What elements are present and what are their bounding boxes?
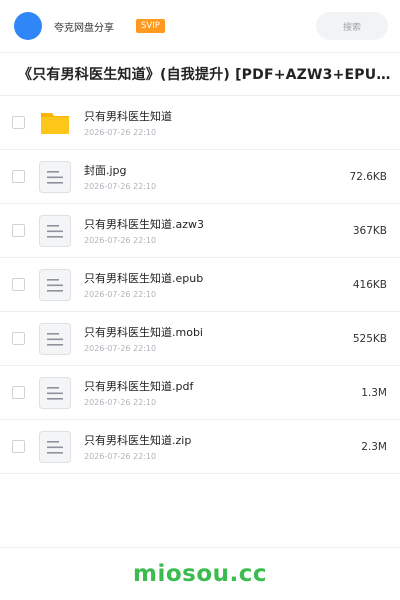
file-name[interactable]: 只有男科医生知道.epub: [84, 270, 345, 286]
file-icon: [38, 160, 72, 194]
file-name[interactable]: 只有男科医生知道.zip: [84, 432, 353, 448]
file-name[interactable]: 只有男科医生知道: [84, 108, 379, 124]
header: 夸克网盘分享 SVIP 搜索: [0, 0, 400, 52]
brand-watermark: miosou.cc: [132, 561, 268, 587]
file-date: 2026-07-26 22:10: [84, 344, 157, 353]
file-icon: [38, 430, 72, 464]
file-name[interactable]: 只有男科医生知道.azw3: [84, 216, 345, 232]
file-meta: 只有男科医生知道.epub 2026-07-26 22:10: [84, 270, 345, 299]
file-size: 416KB: [352, 278, 387, 291]
file-meta: 只有男科医生知道 2026-07-26 22:10: [84, 108, 379, 137]
file-checkbox[interactable]: [12, 116, 25, 129]
file-row[interactable]: 只有男科医生知道.mobi 2026-07-26 22:10 525KB: [0, 312, 400, 366]
svip-badge: SVIP: [136, 19, 165, 33]
file-date: 2026-07-26 22:10: [84, 236, 157, 245]
file-row[interactable]: 只有男科医生知道.epub 2026-07-26 22:10 416KB: [0, 258, 400, 312]
file-icon: [38, 214, 72, 248]
file-meta: 只有男科医生知道.azw3 2026-07-26 22:10: [84, 216, 345, 245]
file-row[interactable]: 只有男科医生知道.pdf 2026-07-26 22:10 1.3M: [0, 366, 400, 420]
file-date: 2026-07-26 22:10: [84, 398, 157, 407]
file-date: 2026-07-26 22:10: [84, 290, 157, 299]
search-input[interactable]: 搜索: [316, 12, 388, 40]
file-size: 72.6KB: [349, 170, 387, 183]
file-date: 2026-07-26 22:10: [84, 182, 157, 191]
file-meta: 只有男科医生知道.pdf 2026-07-26 22:10: [84, 378, 353, 407]
file-name[interactable]: 只有男科医生知道.pdf: [84, 378, 353, 394]
file-size: 367KB: [352, 224, 387, 237]
file-meta: 只有男科医生知道.mobi 2026-07-26 22:10: [84, 324, 345, 353]
file-checkbox[interactable]: [12, 224, 25, 237]
file-name[interactable]: 只有男科医生知道.mobi: [84, 324, 345, 340]
folder-icon: [38, 106, 72, 140]
file-date: 2026-07-26 22:10: [84, 128, 157, 137]
file-row[interactable]: 只有男科医生知道.azw3 2026-07-26 22:10 367KB: [0, 204, 400, 258]
file-name[interactable]: 封面.jpg: [84, 162, 342, 178]
file-icon: [38, 376, 72, 410]
file-size: 1.3M: [361, 386, 387, 399]
share-title: 《只有男科医生知道》(自我提升) [PDF+AZW3+EPUB+MOBI]: [0, 53, 400, 95]
file-date: 2026-07-26 22:10: [84, 452, 157, 461]
file-row[interactable]: 封面.jpg 2026-07-26 22:10 72.6KB: [0, 150, 400, 204]
file-size: 525KB: [352, 332, 387, 345]
file-row[interactable]: 只有男科医生知道 2026-07-26 22:10: [0, 96, 400, 150]
user-name[interactable]: 夸克网盘分享: [54, 19, 114, 34]
file-checkbox[interactable]: [12, 170, 25, 183]
file-icon: [38, 268, 72, 302]
file-checkbox[interactable]: [12, 332, 25, 345]
file-checkbox[interactable]: [12, 440, 25, 453]
footer: miosou.cc: [0, 547, 400, 600]
file-row[interactable]: 只有男科医生知道.zip 2026-07-26 22:10 2.3M: [0, 420, 400, 474]
file-meta: 只有男科医生知道.zip 2026-07-26 22:10: [84, 432, 353, 461]
file-list: 只有男科医生知道 2026-07-26 22:10 封面.jpg 2026-07-26…: [0, 95, 400, 474]
file-size: 2.3M: [361, 440, 387, 453]
file-checkbox[interactable]: [12, 278, 25, 291]
file-icon: [38, 322, 72, 356]
share-title-text: 《只有男科医生知道》(自我提升) [PDF+AZW3+EPUB+MOBI]: [18, 67, 392, 83]
file-checkbox[interactable]: [12, 386, 25, 399]
file-meta: 封面.jpg 2026-07-26 22:10: [84, 162, 342, 191]
avatar[interactable]: [14, 12, 42, 40]
